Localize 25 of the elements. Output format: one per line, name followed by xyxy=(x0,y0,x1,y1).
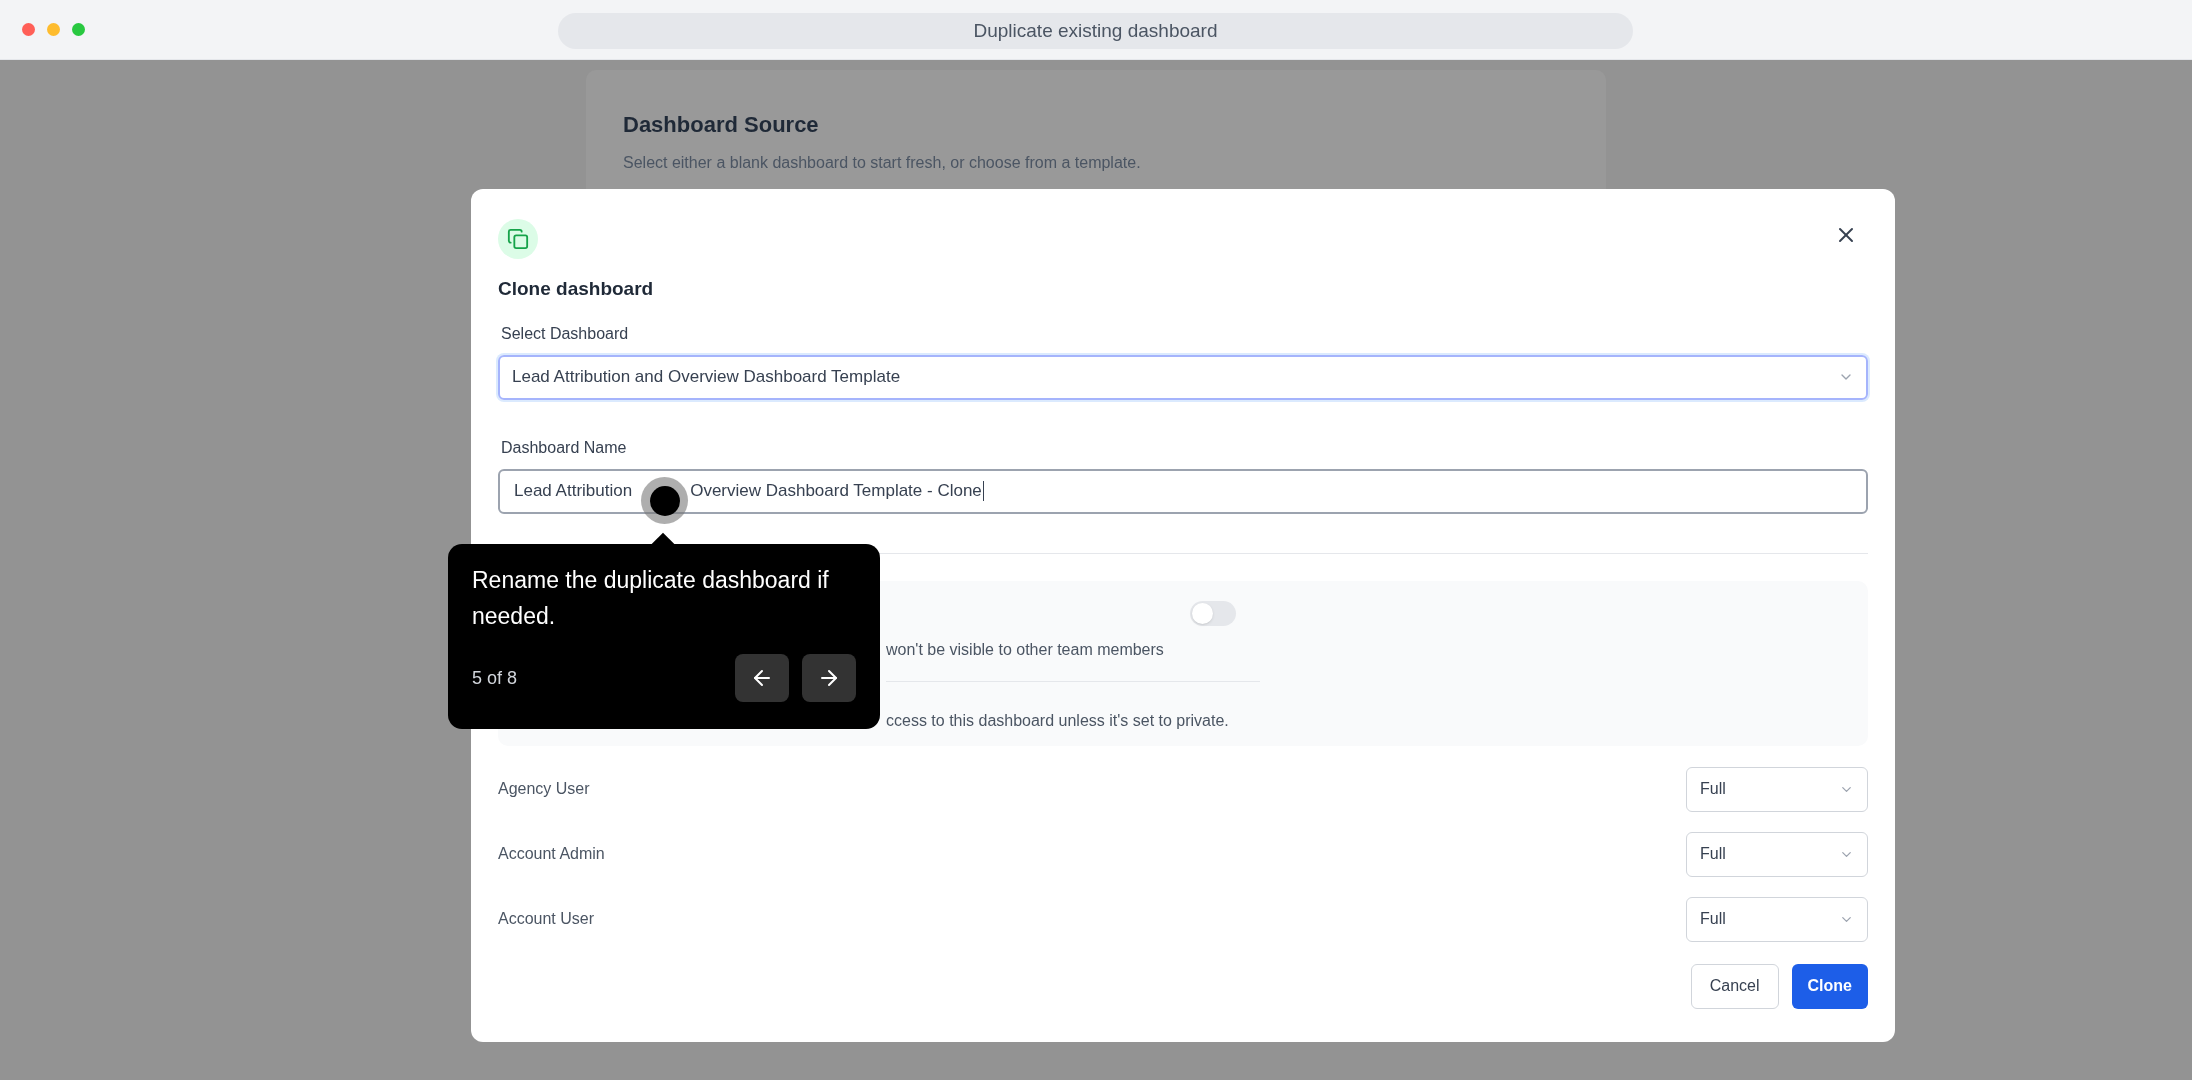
card-subtitle: Select either a blank dashboard to start fresh, or choose from a template. xyxy=(623,153,1142,173)
access-select[interactable]: Full xyxy=(1686,896,1868,942)
dialog-title: Clone dashboard xyxy=(498,277,655,301)
step-counter: 5 of 8 xyxy=(472,666,518,690)
cursor-marker xyxy=(641,477,688,524)
field-label: Dashboard Name xyxy=(501,437,628,458)
copy-icon xyxy=(498,219,538,259)
card-title: Dashboard Source xyxy=(623,111,820,139)
next-button[interactable] xyxy=(802,654,856,702)
dashboard-name-input[interactable]: Lead Attribution Overview Dashboard Template - Clone xyxy=(498,468,1868,514)
window-title: Duplicate existing dashboard xyxy=(558,13,1633,49)
private-description: won't be visible to other team members xyxy=(886,639,1165,660)
tooltip-text: Rename the duplicate dashboard if needed. xyxy=(472,566,830,631)
cancel-button[interactable]: Cancel xyxy=(1690,963,1779,1009)
access-select[interactable]: Full xyxy=(1686,831,1868,877)
private-toggle[interactable] xyxy=(1190,600,1236,626)
clone-button[interactable]: Clone xyxy=(1791,963,1868,1009)
private-note: ccess to this dashboard unless it's set to private. xyxy=(886,710,1230,731)
dashboard-select[interactable]: Lead Attribution and Overview Dashboard Template xyxy=(498,354,1868,400)
role-label: Agency User xyxy=(498,779,590,799)
access-select[interactable]: Full xyxy=(1686,766,1868,812)
field-label: Select Dashboard xyxy=(501,323,630,344)
role-label: Account User xyxy=(498,909,595,929)
role-label: Account Admin xyxy=(498,844,605,864)
previous-button[interactable] xyxy=(735,654,789,702)
